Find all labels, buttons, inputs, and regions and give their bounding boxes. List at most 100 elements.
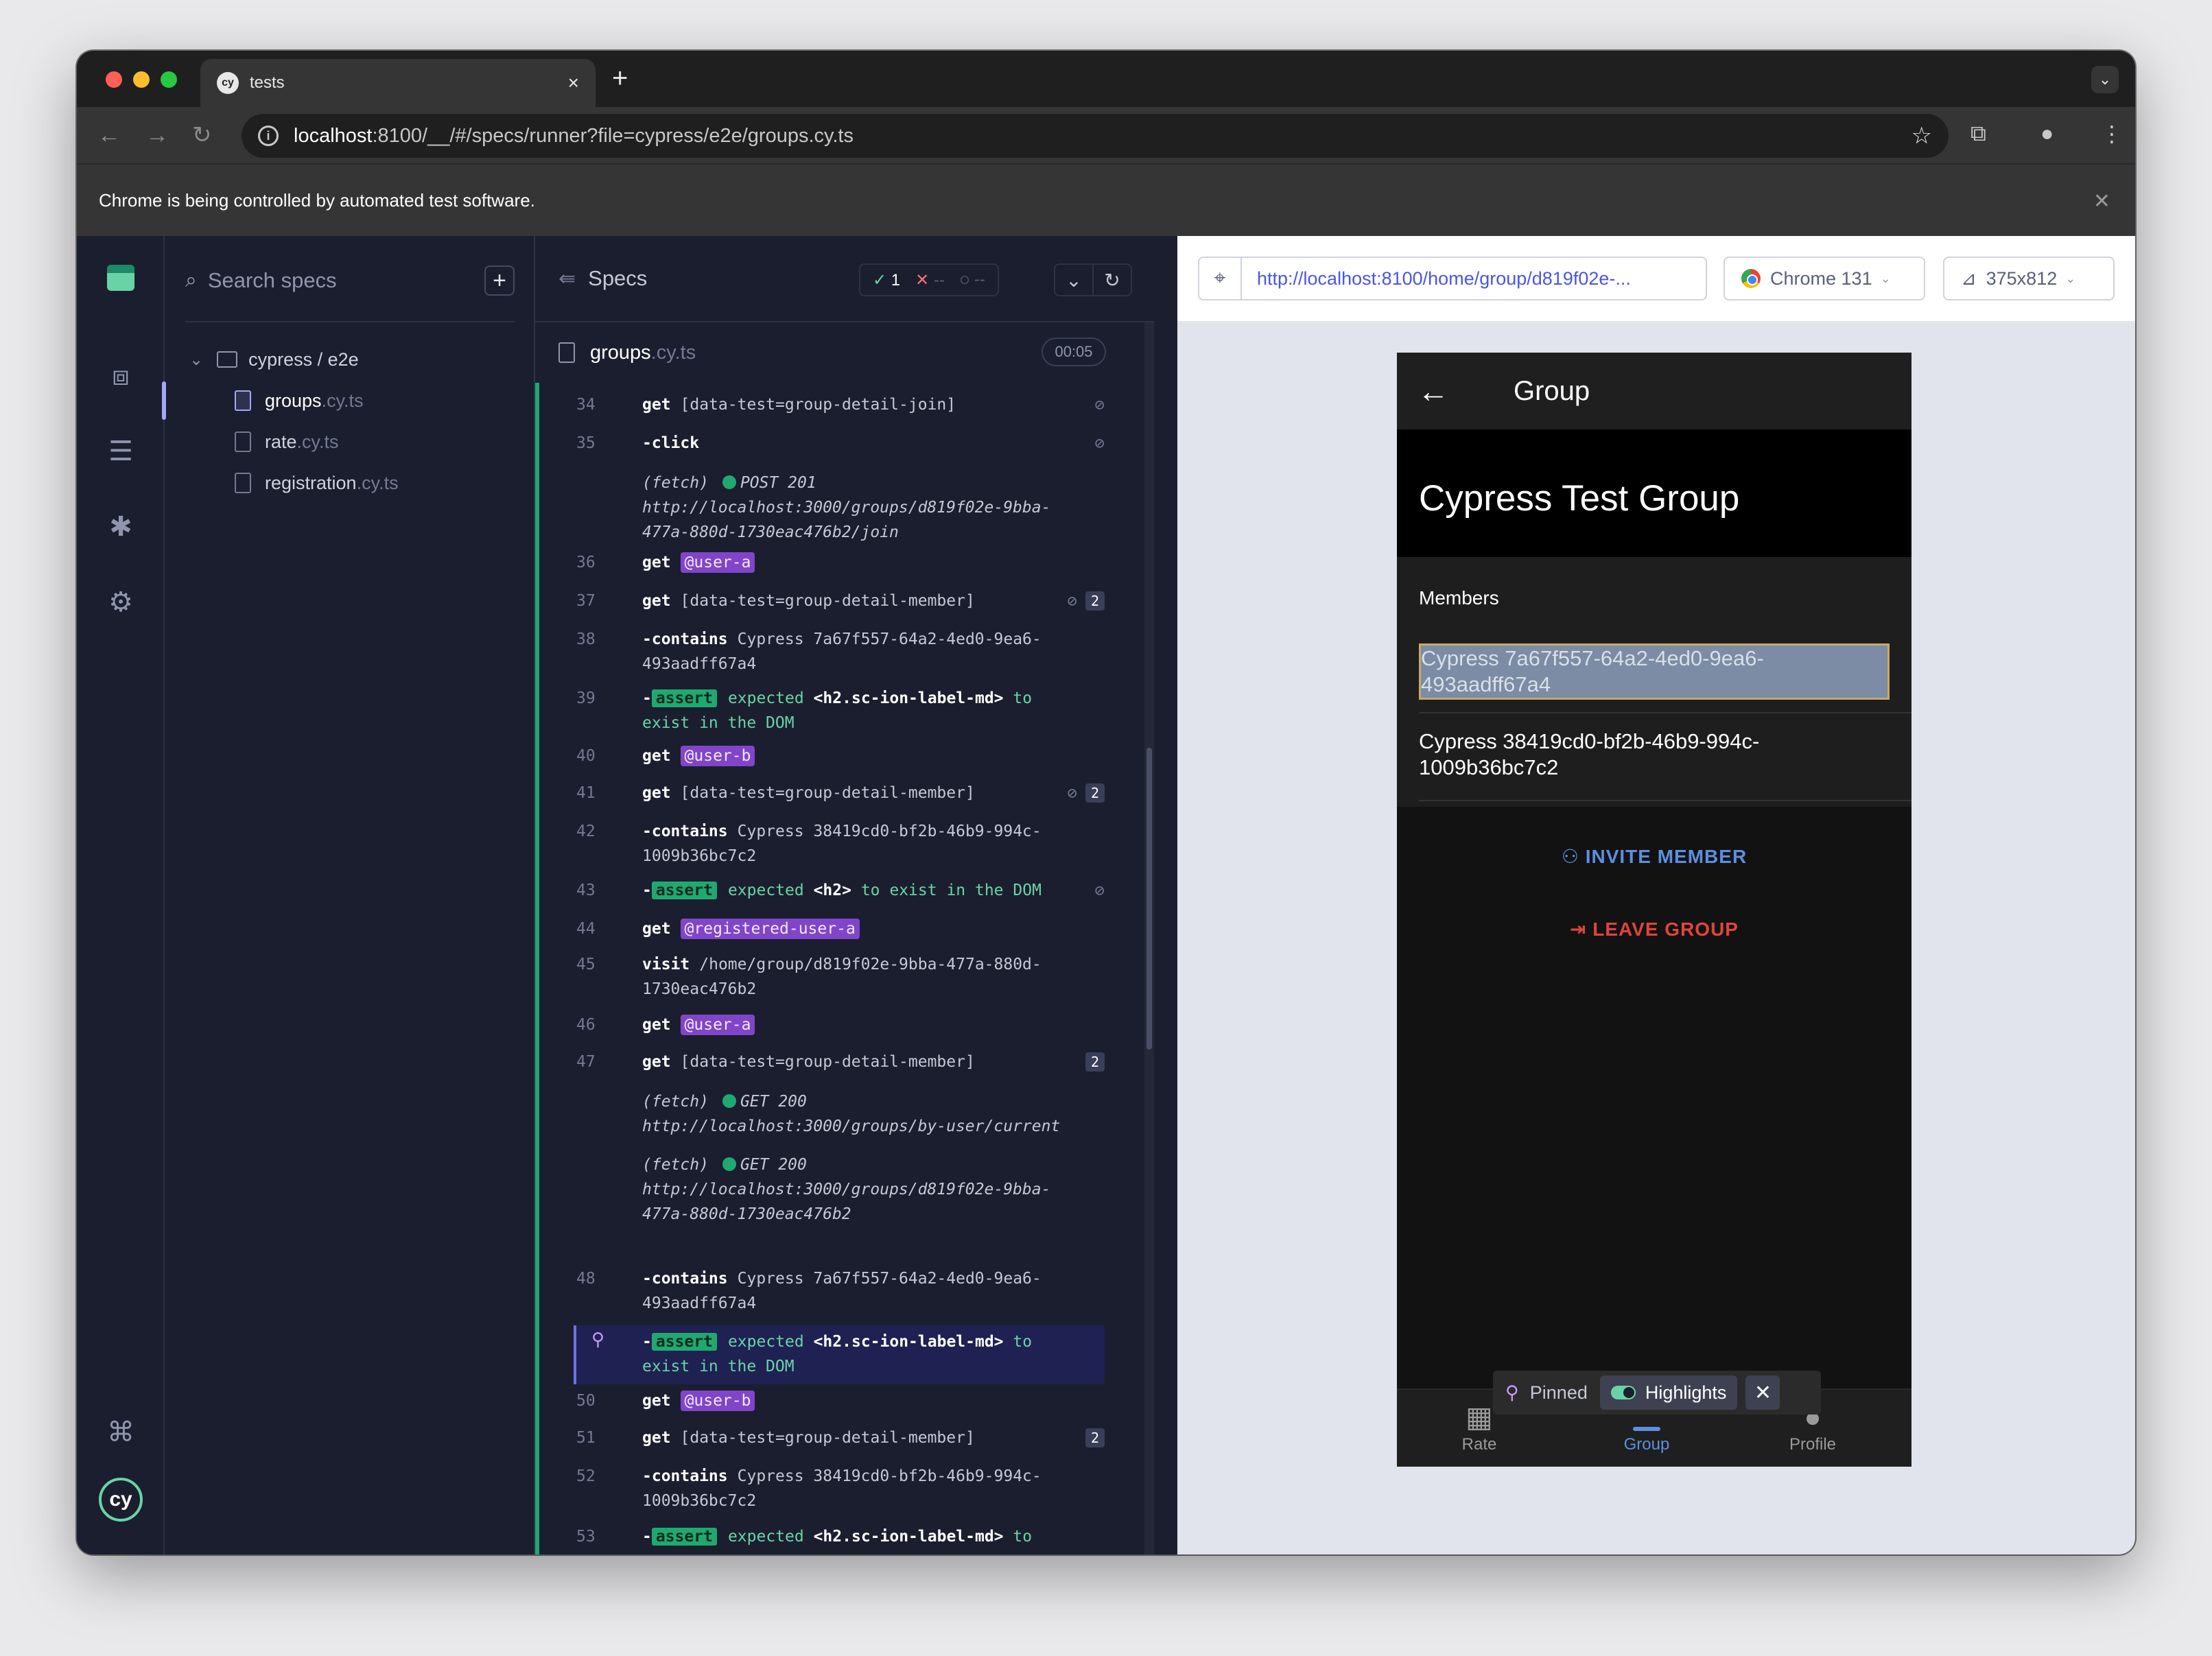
new-spec-button[interactable]: +: [484, 265, 515, 296]
fetch-label: (fetch): [642, 1093, 709, 1111]
folder-icon: [217, 351, 238, 368]
command-name: get: [642, 396, 671, 414]
profile-icon[interactable]: ●: [2040, 121, 2054, 146]
command-name: get: [642, 747, 671, 765]
command-dash: -: [642, 689, 652, 707]
unpin-close-icon[interactable]: ✕: [1745, 1375, 1780, 1410]
command-name: -contains: [642, 1467, 728, 1485]
alias-tag: @user-a: [680, 1015, 755, 1035]
infobar-close-icon[interactable]: ✕: [2093, 189, 2110, 213]
spec-item-rate[interactable]: rate .cy.ts: [165, 423, 534, 461]
browser-tab[interactable]: cy tests ×: [200, 59, 596, 107]
highlights-toggle[interactable]: Highlights: [1599, 1375, 1738, 1410]
address-host: localhost: [294, 124, 373, 147]
specs-nav-icon[interactable]: ⧈: [104, 359, 137, 392]
pinned-label: Pinned: [1529, 1382, 1588, 1403]
highlights-label: Highlights: [1645, 1382, 1727, 1403]
viewport-selector[interactable]: ⊿ 375x812 ⌄: [1943, 257, 2115, 300]
command-number: 48: [576, 1270, 596, 1288]
bookmark-star-icon[interactable]: ☆: [1911, 122, 1932, 150]
element-count-badge: 2: [1085, 1052, 1105, 1072]
member-item-highlighted[interactable]: Cypress 7a67f557-64a2-4ed0-9ea6- 493aadff…: [1419, 643, 1890, 700]
spec-item-groups[interactable]: groups .cy.ts: [162, 381, 534, 420]
reporter-scrollbar[interactable]: [1144, 322, 1154, 1554]
runs-nav-icon[interactable]: ☰: [104, 435, 137, 468]
leave-group-button[interactable]: ⇥ LEAVE GROUP: [1397, 918, 1911, 941]
close-tab-icon[interactable]: ×: [568, 72, 579, 94]
aut-url-bar[interactable]: ⌖ http://localhost:8100/home/group/d819f…: [1198, 257, 1707, 300]
status-dot-icon: [722, 1094, 736, 1108]
passed-stat: ✓ 1: [873, 270, 900, 290]
members-list: Members Cypress 7a67f557-64a2-4ed0-9ea6-…: [1397, 557, 1911, 807]
collapse-all-button[interactable]: ⌄: [1054, 263, 1094, 296]
address-bar[interactable]: i localhost:8100/__/#/specs/runner?file=…: [242, 114, 1949, 158]
command-number: 44: [576, 920, 596, 938]
site-info-icon[interactable]: i: [258, 126, 279, 146]
command-number: 53: [576, 1528, 596, 1546]
spec-search[interactable]: ⌕ Search specs +: [185, 263, 515, 298]
menu-kebab-icon[interactable]: ⋮: [2101, 121, 2123, 147]
new-tab-button[interactable]: +: [612, 64, 628, 92]
assert-subject: <h2.sc-ion-label-md>: [813, 1333, 1004, 1351]
spec-item-registration[interactable]: registration .cy.ts: [165, 464, 534, 502]
command-number: 42: [576, 823, 596, 840]
back-icon[interactable]: ←: [97, 122, 121, 148]
pending-stat: ◌ --: [960, 270, 985, 289]
keyboard-shortcuts-icon[interactable]: ⌘: [104, 1416, 137, 1449]
command-dash: -: [642, 1528, 652, 1546]
members-label: Members: [1419, 587, 1499, 608]
automation-infobar: Chrome is being controlled by automated …: [77, 163, 2135, 236]
spec-name: registration: [265, 472, 357, 493]
check-icon: ✓: [873, 270, 887, 289]
command-number: 34: [576, 396, 596, 414]
search-placeholder[interactable]: Search specs: [208, 268, 337, 293]
member-item[interactable]: Cypress 38419cd0-bf2b-46b9-994c- 1009b36b…: [1419, 729, 1890, 781]
assert-text: to: [1003, 689, 1033, 707]
assert-text: expected: [727, 1333, 814, 1351]
spec-ext: .cy.ts: [356, 472, 399, 493]
minimize-window-button[interactable]: [133, 71, 150, 88]
close-window-button[interactable]: [106, 71, 122, 88]
leave-label: LEAVE GROUP: [1592, 919, 1739, 940]
assert-text-cont: exist in the DOM: [642, 714, 795, 732]
maximize-window-button[interactable]: [161, 71, 177, 88]
project-logo-icon[interactable]: [107, 265, 134, 291]
back-arrow-icon[interactable]: ←: [1417, 372, 1459, 410]
command-message: Cypress 7a67f557-64a2-4ed0-9ea6-: [737, 630, 1042, 648]
spec-file-icon: [235, 431, 251, 452]
forward-icon[interactable]: →: [145, 122, 169, 148]
invite-member-button[interactable]: ⚇ INVITE MEMBER: [1397, 845, 1911, 868]
scrollbar-thumb[interactable]: [1146, 748, 1152, 1050]
divider: [1419, 800, 1911, 801]
pending-count: --: [974, 270, 985, 289]
toggle-switch[interactable]: [1610, 1386, 1636, 1399]
member-name-cont: 493aadff67a4: [1421, 672, 1551, 696]
pending-icon: ◌: [959, 270, 970, 289]
command-message-cont: 1009b36bc7c2: [642, 1492, 757, 1510]
status-dot-icon: [722, 1157, 736, 1171]
assert-subject: <h2>: [813, 882, 851, 899]
command-dash: -: [642, 882, 652, 899]
assert-text: to exist in the DOM: [851, 882, 1042, 899]
passed-count: 1: [891, 270, 901, 289]
selector-playground-crosshair-icon[interactable]: ⌖: [1199, 258, 1242, 299]
settings-gear-icon[interactable]: ⚙: [104, 586, 137, 619]
tab-search-button[interactable]: ⌄: [2091, 66, 2119, 93]
folder-row[interactable]: ⌄ cypress / e2e: [165, 340, 534, 379]
aut-url: http://localhost:8100/home/group/d819f02…: [1257, 268, 1631, 289]
debug-bug-icon[interactable]: ✱: [104, 510, 137, 543]
toolbar-title: Group: [1514, 375, 1590, 406]
extensions-icon[interactable]: ⧉: [1970, 121, 1986, 147]
ruler-icon: ⊿: [1961, 268, 1977, 289]
browser-toolbar: ← → ↻ i localhost:8100/__/#/specs/runner…: [77, 107, 2135, 163]
fetch-method: GET 200: [740, 1156, 807, 1174]
chevron-down-icon: ⌄: [189, 350, 204, 369]
browser-selector[interactable]: Chrome 131 ⌄: [1723, 257, 1925, 300]
reporter-title[interactable]: ⇚ Specs: [558, 266, 647, 291]
address-path: :8100/__/#/specs/runner?file=cypress/e2e…: [372, 124, 854, 147]
rerun-button[interactable]: ↻: [1092, 263, 1132, 296]
reload-icon[interactable]: ↻: [192, 122, 212, 148]
command-number: 46: [576, 1016, 596, 1034]
command-name: -click: [642, 434, 700, 452]
pin-icon: ⚲: [591, 1329, 605, 1350]
